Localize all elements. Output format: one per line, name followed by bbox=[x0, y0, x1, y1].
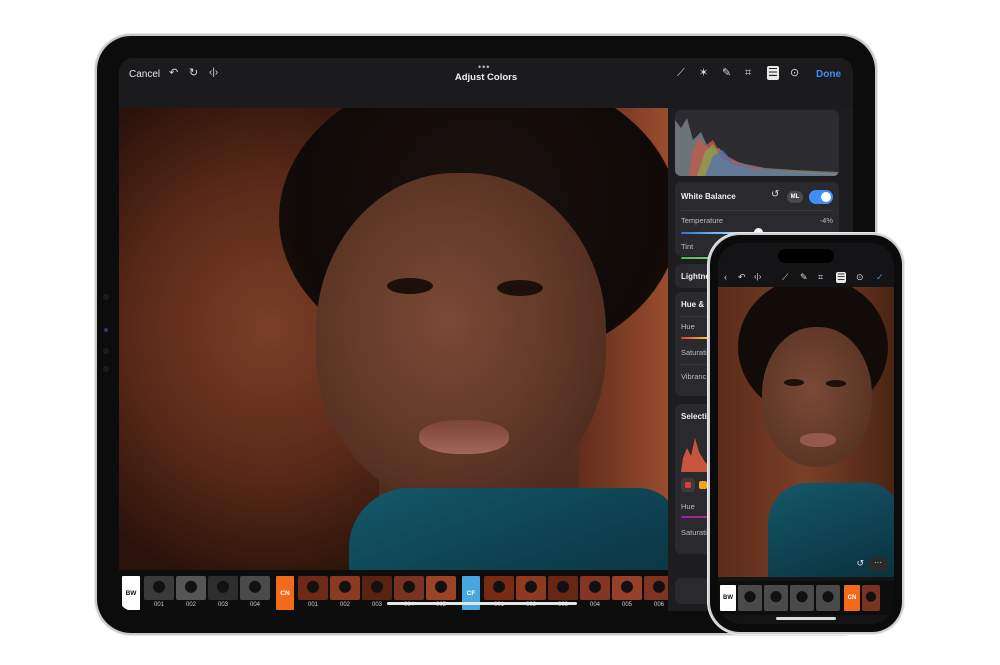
selective-color-title: Selecti bbox=[681, 412, 707, 421]
filter-thumbnail-label: 001 bbox=[153, 602, 164, 608]
compare-icon[interactable]: ‹|› bbox=[754, 272, 761, 281]
temperature-label: Temperature bbox=[681, 216, 724, 225]
adjustments-icon[interactable]: ☰ bbox=[767, 66, 779, 80]
eraser-icon[interactable]: ✎ bbox=[800, 272, 808, 283]
white-balance-title: White Balance bbox=[681, 192, 736, 201]
lightness-title: Lightne bbox=[681, 272, 710, 281]
filter-thumbnail[interactable] bbox=[862, 585, 880, 611]
selective-saturation-label: Saturati bbox=[681, 528, 707, 537]
photo-canvas[interactable] bbox=[119, 108, 668, 570]
camera-sensor bbox=[103, 348, 109, 354]
reset-icon[interactable]: ↺ bbox=[771, 189, 779, 200]
filter-thumbnail[interactable] bbox=[738, 585, 762, 611]
home-indicator bbox=[776, 617, 836, 620]
filter-thumbnail[interactable] bbox=[612, 576, 642, 600]
white-balance-toggle[interactable] bbox=[809, 190, 833, 204]
filter-group-badge[interactable]: CN bbox=[844, 585, 860, 611]
brush-icon[interactable]: ✶ bbox=[699, 66, 708, 80]
filter-thumbnail[interactable] bbox=[764, 585, 788, 611]
temperature-slider[interactable] bbox=[681, 228, 833, 237]
filter-thumbnail[interactable] bbox=[240, 576, 270, 600]
filter-thumbnail-label: 005 bbox=[621, 602, 632, 608]
filter-thumbnail[interactable] bbox=[208, 576, 238, 600]
eraser-icon[interactable]: ✎ bbox=[722, 66, 731, 80]
vibrance-label: Vibranc bbox=[681, 372, 707, 381]
hue-label: Hue bbox=[681, 322, 695, 331]
filter-thumbnail-label: 001 bbox=[307, 602, 318, 608]
camera-sensor bbox=[103, 294, 109, 300]
more-options-button[interactable]: ··· bbox=[868, 557, 888, 571]
crop-icon[interactable]: ⌗ bbox=[818, 272, 823, 283]
done-check-icon[interactable]: ✓ bbox=[876, 272, 884, 283]
filter-thumbnail[interactable] bbox=[144, 576, 174, 600]
filter-thumbnail[interactable] bbox=[580, 576, 610, 600]
more-options-icon[interactable]: ⊙ bbox=[856, 272, 864, 283]
more-options-icon[interactable]: ⊙ bbox=[790, 66, 799, 80]
filter-thumbnail[interactable] bbox=[426, 576, 456, 600]
filter-thumbnail[interactable] bbox=[484, 576, 514, 600]
undo-icon[interactable]: ↶ bbox=[738, 272, 746, 283]
orange-swatch-button[interactable] bbox=[699, 481, 707, 489]
magic-wand-icon[interactable]: ⟋ bbox=[677, 66, 685, 80]
filter-thumbnail[interactable] bbox=[176, 576, 206, 600]
done-button[interactable]: Done bbox=[816, 69, 841, 80]
crop-icon[interactable]: ⌗ bbox=[745, 66, 751, 80]
filter-thumbnail[interactable] bbox=[330, 576, 360, 600]
filter-thumbnail[interactable] bbox=[816, 585, 840, 611]
filter-thumbnail-label: 004 bbox=[249, 602, 260, 608]
filter-thumbnail-label: 002 bbox=[185, 602, 196, 608]
more-dots-icon[interactable]: ••• bbox=[478, 62, 490, 72]
page-title: Adjust Colors bbox=[454, 72, 518, 83]
ml-button[interactable]: ML bbox=[787, 191, 803, 203]
filter-thumbnail[interactable] bbox=[790, 585, 814, 611]
iphone-filter-strip: BW CN bbox=[718, 581, 894, 615]
filter-thumbnail-label: 003 bbox=[217, 602, 228, 608]
filter-thumbnail[interactable] bbox=[548, 576, 578, 600]
filter-thumbnail[interactable] bbox=[298, 576, 328, 600]
iphone-device: ‹ ↶ ‹|› ⟋ ✎ ⌗ ☰ ⊙ ✓ ↺ ··· BW CN bbox=[710, 235, 902, 632]
filter-thumbnail[interactable] bbox=[362, 576, 392, 600]
camera-sensor bbox=[103, 366, 109, 372]
iphone-screen: ‹ ↶ ‹|› ⟋ ✎ ⌗ ☰ ⊙ ✓ ↺ ··· BW CN bbox=[718, 243, 894, 624]
camera-sensor bbox=[104, 328, 108, 332]
dynamic-island bbox=[778, 249, 834, 263]
filter-thumbnail-label: 002 bbox=[339, 602, 350, 608]
top-toolbar: Cancel ↶ ↻ ‹|› ••• Adjust Colors ⟋ ✶ ✎ ⌗… bbox=[119, 58, 853, 108]
tint-label: Tint bbox=[681, 242, 694, 251]
temperature-value: -4% bbox=[819, 216, 833, 225]
red-swatch-button[interactable] bbox=[681, 478, 695, 492]
magic-wand-icon[interactable]: ⟋ bbox=[782, 272, 788, 283]
histogram bbox=[675, 110, 839, 176]
filter-thumbnail-label: 004 bbox=[589, 602, 600, 608]
filter-group-badge[interactable]: CN bbox=[276, 576, 294, 610]
selective-hue-label: Hue bbox=[681, 502, 695, 511]
back-icon[interactable]: ‹ bbox=[724, 272, 727, 282]
filter-group-badge[interactable]: BW bbox=[122, 576, 140, 610]
filter-group-badge[interactable]: BW bbox=[720, 585, 736, 611]
iphone-photo-canvas[interactable]: ↺ ··· bbox=[718, 287, 894, 577]
home-indicator bbox=[387, 602, 577, 605]
filter-thumbnail[interactable] bbox=[516, 576, 546, 600]
saturation-label: Saturati bbox=[681, 348, 707, 357]
reset-icon[interactable]: ↺ bbox=[856, 558, 864, 569]
adjustments-icon[interactable]: ☰ bbox=[836, 272, 847, 283]
filter-thumbnail[interactable] bbox=[394, 576, 424, 600]
hue-saturation-title: Hue & S bbox=[681, 300, 712, 309]
